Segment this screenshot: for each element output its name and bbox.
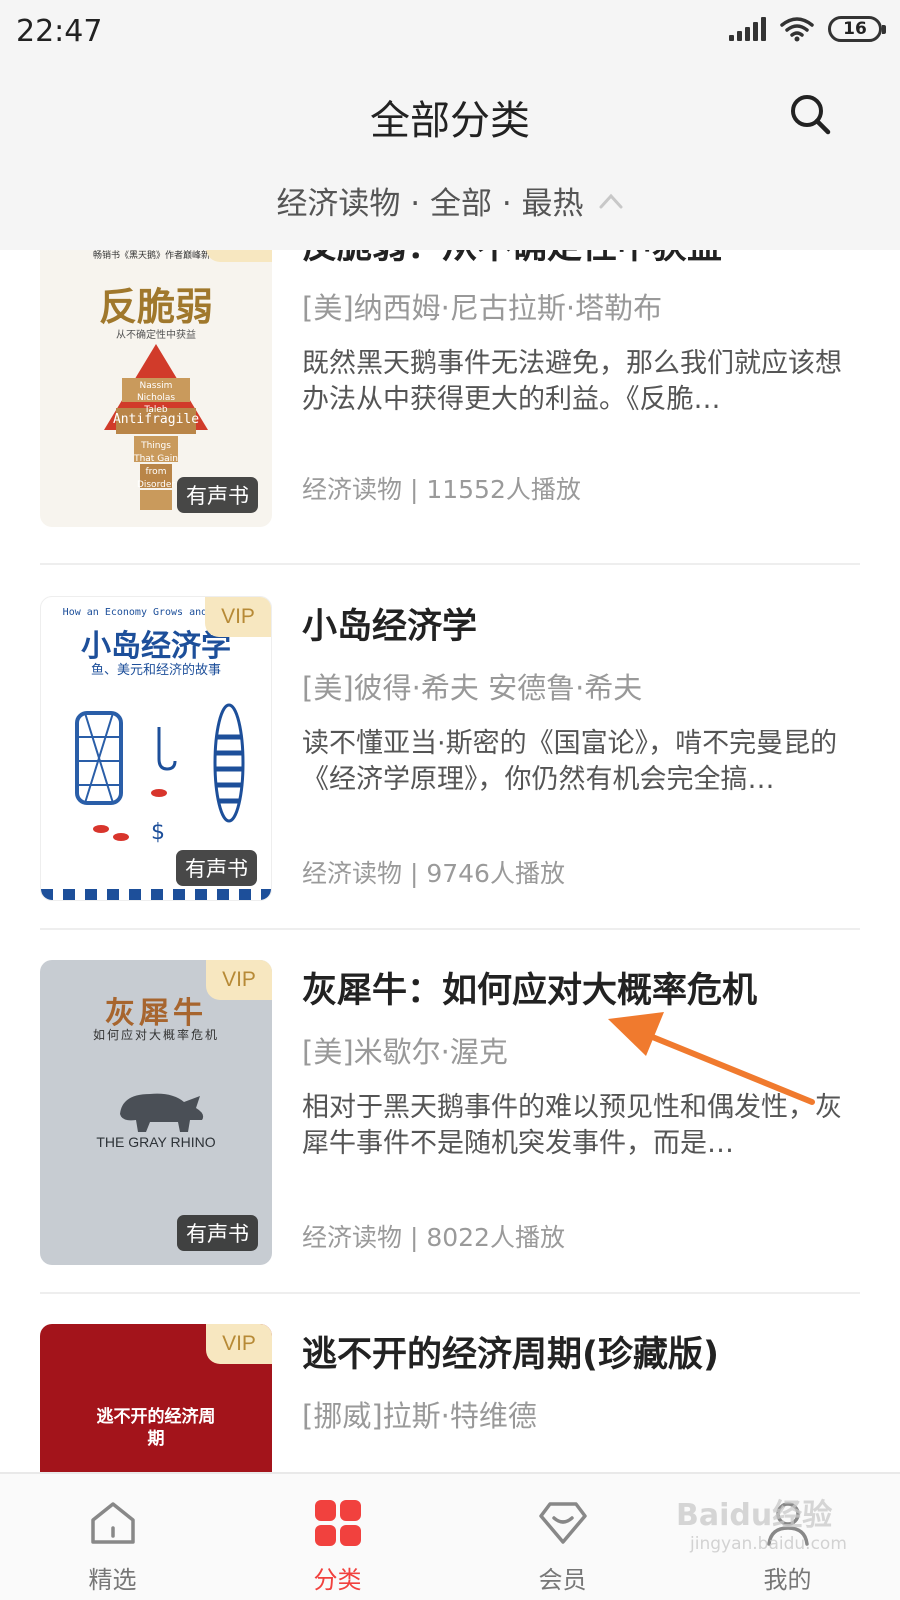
watermark-url: jingyan.baidu.com: [690, 1534, 847, 1554]
book-author: [挪威]拉斯·特维德: [302, 1399, 537, 1433]
vip-badge: VIP: [205, 597, 271, 637]
vip-badge: VIP: [206, 250, 272, 262]
book-item[interactable]: 逃不开的经济周期 VIP 逃不开的经济周期(珍藏版) [挪威]拉斯·特维德: [40, 1324, 860, 1472]
bottom-navigation: 精选 分类 会员 我的 Baidu经验 jingyan.baidu.com: [0, 1472, 900, 1600]
rhino-illustration: [120, 1093, 204, 1132]
grid-icon: [315, 1500, 361, 1546]
book-list[interactable]: 畅销书《黑天鹅》作者巅峰新作 反脆弱 从不确定性中获益 Nassim Nicho…: [0, 250, 900, 1472]
nav-label: 我的: [763, 1566, 812, 1594]
book-meta: 经济读物 | 9746人播放: [302, 859, 565, 888]
filter-label: 经济读物 · 全部 · 最热: [276, 186, 584, 222]
book-cover: 逃不开的经济周期 VIP: [40, 1324, 272, 1472]
nav-home[interactable]: 精选: [0, 1474, 225, 1600]
signal-icon: [729, 17, 766, 41]
watermark-logo: Baidu经验: [676, 1498, 833, 1533]
chevron-up-icon: [599, 193, 623, 208]
cover-en-author: Nassim Nicholas Taleb: [136, 381, 176, 415]
book-title: 小岛经济学: [302, 607, 478, 647]
search-icon[interactable]: [788, 92, 832, 136]
status-bar: 22:47 16: [0, 0, 900, 62]
book-title: 反脆弱：从不确定性中获益: [302, 250, 862, 272]
book-author: [美]彼得·希夫 安德鲁·希夫: [302, 671, 643, 705]
book-info: 逃不开的经济周期(珍藏版) [挪威]拉斯·特维德: [302, 1324, 862, 1436]
book-cover: 畅销书《黑天鹅》作者巅峰新作 反脆弱 从不确定性中获益 Nassim Nicho…: [40, 250, 272, 527]
nav-member[interactable]: 会员: [450, 1474, 675, 1600]
cover-en-title: Antifragile: [112, 412, 200, 427]
book-item[interactable]: 灰犀牛 如何应对大概率危机 THE GRAY RHINO VIP 有声书 灰犀牛…: [40, 960, 860, 1265]
book-info: 小岛经济学 [美]彼得·希夫 安德鲁·希夫 读不懂亚当·斯密的《国富论》，啃不完…: [302, 596, 862, 888]
book-item[interactable]: How an Economy Grows and Why It 小岛经济学 鱼、…: [40, 596, 860, 901]
book-cover: 灰犀牛 如何应对大概率危机 THE GRAY RHINO VIP 有声书: [40, 960, 272, 1265]
cover-subtitle: 从不确定性中获益: [116, 330, 196, 341]
book-meta: 经济读物 | 8022人播放: [302, 1223, 565, 1252]
book-description: 既然黑天鹅事件无法避免，那么我们就应该想办法从中获得更大的利益。《反脆…: [302, 348, 842, 415]
nav-category[interactable]: 分类: [225, 1474, 450, 1600]
book-title: 逃不开的经济周期(珍藏版): [302, 1335, 719, 1375]
cover-subtitle: 如何应对大概率危机: [92, 1028, 219, 1042]
cover-title: 逃不开的经济周期: [96, 1407, 216, 1449]
wifi-icon: [780, 17, 814, 42]
cover-subtitle: 鱼、美元和经济的故事: [90, 663, 221, 678]
nav-label: 精选: [88, 1566, 137, 1594]
book-item[interactable]: 畅销书《黑天鹅》作者巅峰新作 反脆弱 从不确定性中获益 Nassim Nicho…: [40, 250, 860, 527]
cover-en-title: THE GRAY RHINO: [96, 1134, 216, 1150]
audiobook-badge: 有声书: [177, 477, 258, 513]
status-time: 22:47: [16, 14, 103, 49]
home-icon: [91, 1502, 135, 1544]
book-description: 相对于黑天鹅事件的难以预见性和偶发性，灰犀牛事件不是随机突发事件，而是…: [302, 1092, 842, 1159]
divider: [40, 928, 860, 930]
vip-badge: VIP: [206, 1324, 272, 1364]
category-filter[interactable]: 经济读物 · 全部 · 最热: [0, 178, 900, 223]
status-icons: 16: [729, 16, 886, 42]
book-meta: 经济读物 | 11552人播放: [302, 475, 581, 504]
page-title: 全部分类: [370, 98, 530, 144]
book-title: 灰犀牛：如何应对大概率危机: [302, 971, 758, 1011]
book-info: 灰犀牛：如何应对大概率危机 [美]米歇尔·渥克 相对于黑天鹅事件的难以预见性和偶…: [302, 960, 862, 1252]
diamond-icon: [539, 1502, 587, 1544]
book-info: 反脆弱：从不确定性中获益 [美]纳西姆·尼古拉斯·塔勒布 既然黑天鹅事件无法避免…: [302, 250, 862, 504]
divider: [40, 1292, 860, 1294]
book-author: [美]纳西姆·尼古拉斯·塔勒布: [302, 291, 663, 325]
book-cover: How an Economy Grows and Why It 小岛经济学 鱼、…: [40, 596, 272, 901]
svg-text:$: $: [151, 820, 165, 845]
book-description: 读不懂亚当·斯密的《国富论》，啃不完曼昆的《经济学原理》，你仍然有机会完全搞…: [302, 728, 838, 795]
nav-label: 会员: [538, 1566, 587, 1594]
vip-badge: VIP: [206, 960, 272, 1000]
audiobook-badge: 有声书: [176, 850, 257, 886]
nav-label: 分类: [313, 1566, 362, 1594]
cover-en-words: Things That Gain from Disorder: [134, 441, 178, 490]
audiobook-badge: 有声书: [177, 1215, 258, 1251]
book-author: [美]米歇尔·渥克: [302, 1035, 508, 1069]
divider: [40, 563, 860, 565]
battery-indicator: 16: [828, 16, 886, 42]
cover-title: 反脆弱: [98, 284, 213, 329]
top-bar: 22:47 16 全部分类 经济读物 · 全部 · 最热: [0, 0, 900, 250]
